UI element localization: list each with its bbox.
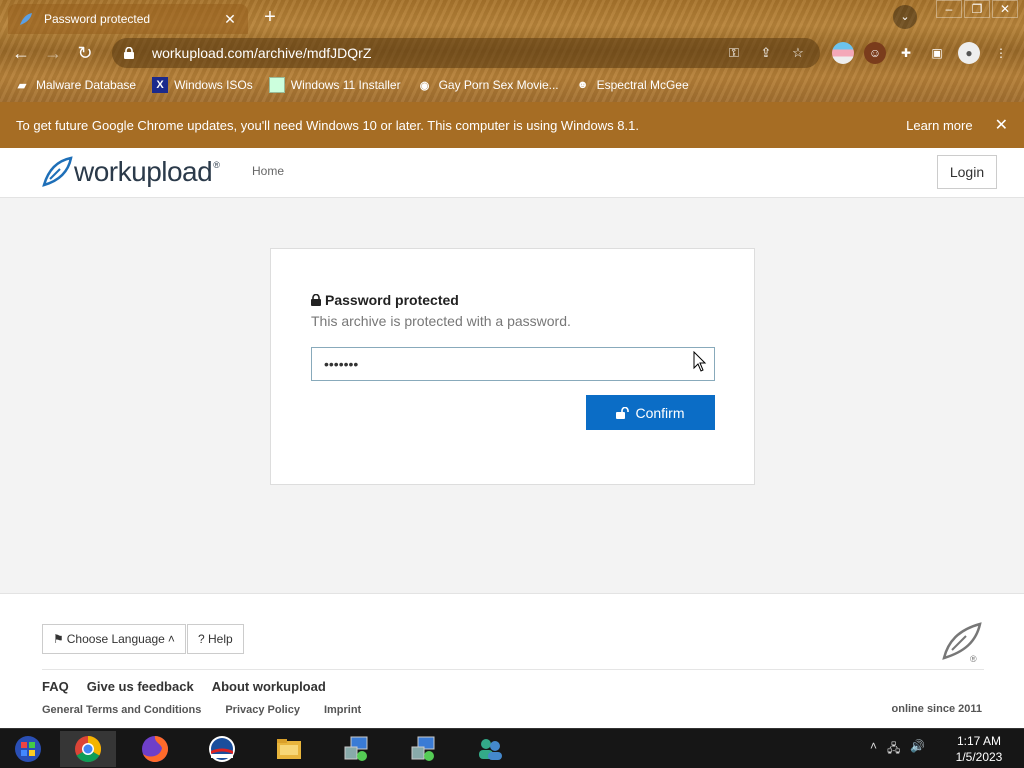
workupload-logo[interactable]: workupload ® — [40, 154, 220, 190]
tray-expand-icon[interactable]: ˄ — [870, 739, 877, 760]
key-icon[interactable]: ⚿ — [724, 45, 744, 61]
start-logo-icon — [15, 736, 41, 762]
rocket-logo-icon — [42, 156, 73, 187]
footer-divider — [42, 669, 984, 670]
confirm-button[interactable]: Confirm — [586, 395, 715, 430]
workupload-favicon-icon — [18, 11, 34, 27]
menu-kebab-icon[interactable]: ⋮ — [990, 42, 1012, 64]
windows-taskbar: ˄ 🖧 🔊 1:17 AM 1/5/2023 — [0, 728, 1024, 768]
chrome-taskbar-icon[interactable] — [60, 731, 116, 767]
side-panel-icon[interactable]: ▣ — [926, 42, 948, 64]
footer-registered-mark: ® — [970, 654, 977, 664]
clock-date: 1/5/2023 — [955, 750, 1003, 764]
file-explorer-taskbar-icon[interactable] — [261, 731, 317, 767]
infobar-message: To get future Google Chrome updates, you… — [16, 117, 639, 133]
login-button[interactable]: Login — [937, 155, 997, 189]
privacy-link[interactable]: Privacy Policy — [225, 704, 300, 716]
confirm-label: Confirm — [635, 404, 685, 421]
avatar-icon: ☻ — [576, 79, 589, 91]
password-card: Password protected This archive is prote… — [270, 248, 755, 485]
restore-icon[interactable]: ❐ — [964, 0, 990, 18]
network-tool-taskbar-icon[interactable] — [328, 731, 384, 767]
site-header: workupload ® Home Login — [0, 148, 1024, 198]
network-icon[interactable]: 🖧 — [887, 739, 900, 760]
system-clock[interactable]: 1:17 AM 1/5/2023 — [944, 733, 1014, 765]
close-window-icon[interactable]: ✕ — [992, 0, 1018, 18]
infobar-close-icon[interactable]: ✕ — [995, 115, 1008, 135]
imprint-link[interactable]: Imprint — [324, 704, 361, 716]
browser-tab[interactable]: Password protected ✕ — [8, 4, 248, 34]
bookmark-label: Malware Database — [36, 78, 137, 92]
image-icon — [268, 77, 285, 93]
secure-lock-icon[interactable] — [124, 47, 136, 59]
lock-icon — [311, 294, 321, 306]
logo-registered-mark: ® — [213, 160, 220, 170]
learn-more-link[interactable]: Learn more — [906, 118, 972, 133]
reload-icon[interactable]: ↻ — [72, 40, 98, 66]
extensions-puzzle-icon[interactable]: ✚ — [895, 42, 917, 64]
profile-icon[interactable]: ● — [958, 42, 980, 64]
choose-language-button[interactable]: ⚑ Choose Language ˄ — [42, 624, 186, 654]
bookmark-label: Gay Porn Sex Movie... — [438, 78, 559, 92]
bookmark-item[interactable]: Windows 11 Installer — [268, 77, 401, 93]
feedback-link[interactable]: Give us feedback — [87, 679, 194, 694]
extension-flag-icon[interactable] — [832, 42, 854, 64]
browser-toolbar: ← → ↻ workupload.com/archive/mdfJDQrZ ⚿ … — [0, 36, 1024, 70]
online-since-text: online since 2011 — [891, 703, 983, 715]
mouse-cursor-icon — [693, 351, 707, 372]
bookmark-star-icon[interactable]: ☆ — [788, 45, 808, 61]
about-link[interactable]: About workupload — [212, 679, 326, 694]
logo-text: workupload — [74, 156, 213, 187]
bookmark-item[interactable]: X Windows ISOs — [152, 77, 253, 93]
footer-links: FAQ Give us feedback About workupload — [42, 679, 344, 694]
window-controls: – ❐ ✕ — [934, 0, 1018, 18]
users-taskbar-icon[interactable] — [462, 731, 518, 767]
bookmarks-bar: ▰ Malware Database X Windows ISOs Window… — [0, 72, 1024, 98]
tab-search-icon[interactable]: ⌄ — [893, 5, 917, 29]
choose-language-label: Choose Language — [66, 632, 165, 646]
bookmark-item[interactable]: ☻ Espectral McGee — [575, 77, 689, 93]
chevron-up-icon: ˄ — [167, 632, 175, 646]
bookmark-item[interactable]: ◉ Gay Porn Sex Movie... — [417, 77, 559, 93]
url-text[interactable]: workupload.com/archive/mdfJDQrZ — [152, 45, 712, 61]
terms-link[interactable]: General Terms and Conditions — [42, 704, 201, 716]
bookmark-label: Espectral McGee — [596, 78, 689, 92]
minimize-icon[interactable]: – — [936, 0, 962, 18]
footer-legal-links: General Terms and Conditions Privacy Pol… — [42, 704, 385, 716]
share-icon[interactable]: ⇪ — [756, 45, 776, 61]
clock-time: 1:17 AM — [956, 734, 1002, 748]
tab-close-icon[interactable]: ✕ — [222, 11, 238, 28]
help-button[interactable]: ? Help — [187, 624, 244, 654]
tab-title: Password protected — [44, 12, 151, 26]
folder-icon: ▰ — [17, 79, 27, 92]
address-bar[interactable]: workupload.com/archive/mdfJDQrZ ⚿ ⇪ ☆ — [112, 38, 820, 68]
network-tool-2-taskbar-icon[interactable] — [395, 731, 451, 767]
password-heading: Password protected — [311, 292, 459, 308]
globe-icon: ◉ — [419, 79, 430, 92]
nav-home-link[interactable]: Home — [252, 164, 284, 178]
system-tray: ˄ 🖧 🔊 — [870, 739, 935, 760]
volume-icon[interactable]: 🔊 — [910, 739, 925, 760]
site-footer: ⚑ Choose Language ˄ ? Help ® FAQ Give us… — [0, 593, 1024, 728]
update-infobar: To get future Google Chrome updates, you… — [0, 102, 1024, 148]
forward-icon[interactable]: → — [40, 40, 66, 66]
x-logo-icon: X — [152, 77, 169, 93]
start-button[interactable] — [0, 731, 56, 767]
rocket-footer-icon: ® — [942, 622, 982, 664]
password-heading-text: Password protected — [325, 292, 459, 308]
faq-link[interactable]: FAQ — [42, 679, 69, 694]
password-description: This archive is protected with a passwor… — [311, 313, 571, 329]
new-tab-icon[interactable]: + — [258, 6, 282, 30]
bookmark-label: Windows 11 Installer — [290, 78, 401, 92]
password-input[interactable] — [311, 347, 715, 381]
extension-avatar-icon[interactable]: ☺ — [864, 42, 886, 64]
unlock-icon — [616, 406, 630, 419]
firefox-taskbar-icon[interactable] — [127, 731, 183, 767]
back-icon[interactable]: ← — [8, 40, 34, 66]
language-flag-icon: ⚑ — [53, 632, 64, 646]
bookmark-label: Windows ISOs — [174, 78, 253, 92]
bookmark-item[interactable]: ▰ Malware Database — [14, 77, 136, 93]
obama-taskbar-icon[interactable] — [194, 731, 250, 767]
